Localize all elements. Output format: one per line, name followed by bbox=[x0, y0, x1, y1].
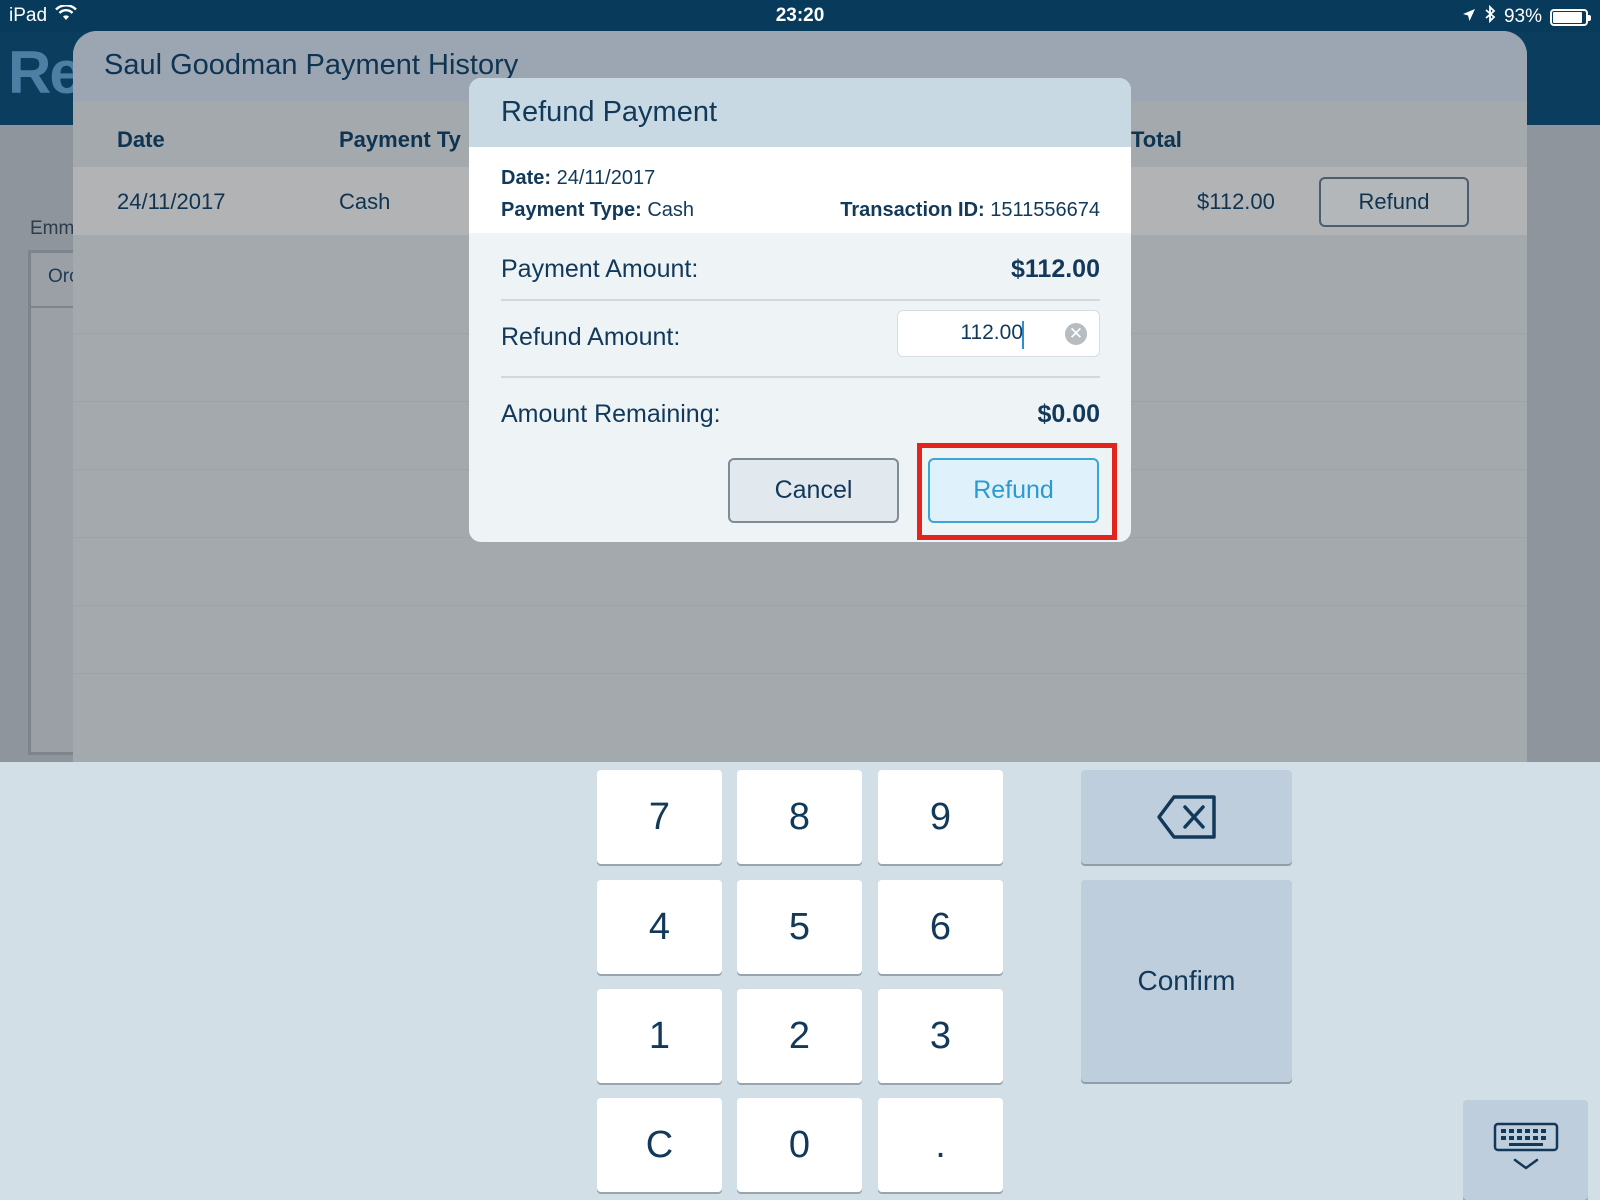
app-logo: Re bbox=[8, 39, 83, 106]
text-cursor bbox=[1022, 321, 1024, 349]
battery-icon bbox=[1550, 8, 1591, 26]
confirm-key[interactable]: Confirm bbox=[1081, 880, 1292, 1082]
key-1[interactable]: 1 bbox=[597, 989, 722, 1083]
payment-amount-value: $112.00 bbox=[1011, 255, 1100, 283]
payment-amount-label: Payment Amount: bbox=[501, 255, 699, 283]
amount-remaining-value: $0.00 bbox=[1037, 400, 1100, 428]
key-2[interactable]: 2 bbox=[737, 989, 862, 1083]
payment-amount-row: Payment Amount: $112.00 bbox=[501, 233, 1100, 309]
date-label: Date: bbox=[501, 167, 552, 189]
transaction-id-value: 1511556674 bbox=[990, 199, 1100, 221]
key-clear[interactable]: C bbox=[597, 1098, 722, 1192]
row-total: $112.00 bbox=[1197, 189, 1275, 214]
amount-remaining-label: Amount Remaining: bbox=[501, 400, 721, 428]
backspace-key[interactable] bbox=[1081, 770, 1292, 864]
date-value: 24/11/2017 bbox=[556, 167, 656, 189]
refund-amount-row: Refund Amount: 112.00 ✕ bbox=[501, 301, 1100, 377]
backspace-icon bbox=[1156, 795, 1218, 849]
key-5[interactable]: 5 bbox=[737, 880, 862, 974]
row-divider bbox=[73, 673, 1527, 674]
refund-amount-label: Refund Amount: bbox=[501, 323, 681, 351]
dialog-title: Refund Payment bbox=[469, 78, 1131, 147]
key-6[interactable]: 6 bbox=[878, 880, 1003, 974]
key-decimal[interactable]: . bbox=[878, 1098, 1003, 1192]
location-icon bbox=[1462, 6, 1476, 28]
row-payment-type: Cash bbox=[339, 189, 391, 214]
numeric-keypad: 7 8 9 4 5 6 1 2 3 C 0 . Confirm bbox=[0, 762, 1600, 1200]
cancel-button[interactable]: Cancel bbox=[728, 458, 899, 523]
hide-keyboard-key[interactable] bbox=[1463, 1100, 1588, 1200]
refund-amount-input[interactable]: 112.00 ✕ bbox=[897, 310, 1100, 357]
key-3[interactable]: 3 bbox=[878, 989, 1003, 1083]
battery-percent: 93% bbox=[1503, 6, 1542, 27]
refund-button-highlight bbox=[917, 443, 1117, 540]
column-payment-type: Payment Ty bbox=[339, 127, 461, 152]
payment-info: Date: 24/11/2017 Payment Type: Cash Tran… bbox=[469, 147, 1131, 233]
key-9[interactable]: 9 bbox=[878, 770, 1003, 864]
clock: 23:20 bbox=[775, 5, 825, 26]
column-date: Date bbox=[117, 127, 165, 152]
background-label: Emm bbox=[30, 218, 75, 239]
clear-icon[interactable]: ✕ bbox=[1065, 323, 1087, 345]
refund-amount-value: 112.00 bbox=[960, 321, 1023, 344]
row-refund-button[interactable]: Refund bbox=[1319, 177, 1469, 227]
column-total: Total bbox=[1131, 127, 1182, 152]
transaction-id-label: Transaction ID: bbox=[840, 199, 985, 221]
key-4[interactable]: 4 bbox=[597, 880, 722, 974]
payment-type-value: Cash bbox=[647, 199, 695, 221]
bluetooth-icon bbox=[1484, 4, 1496, 29]
payment-type-label: Payment Type: bbox=[501, 199, 642, 221]
key-7[interactable]: 7 bbox=[597, 770, 722, 864]
row-date: 24/11/2017 bbox=[117, 189, 226, 214]
row-divider bbox=[73, 605, 1527, 606]
key-0[interactable]: 0 bbox=[737, 1098, 862, 1192]
key-8[interactable]: 8 bbox=[737, 770, 862, 864]
status-bar: iPad 23:20 93% bbox=[0, 0, 1600, 32]
